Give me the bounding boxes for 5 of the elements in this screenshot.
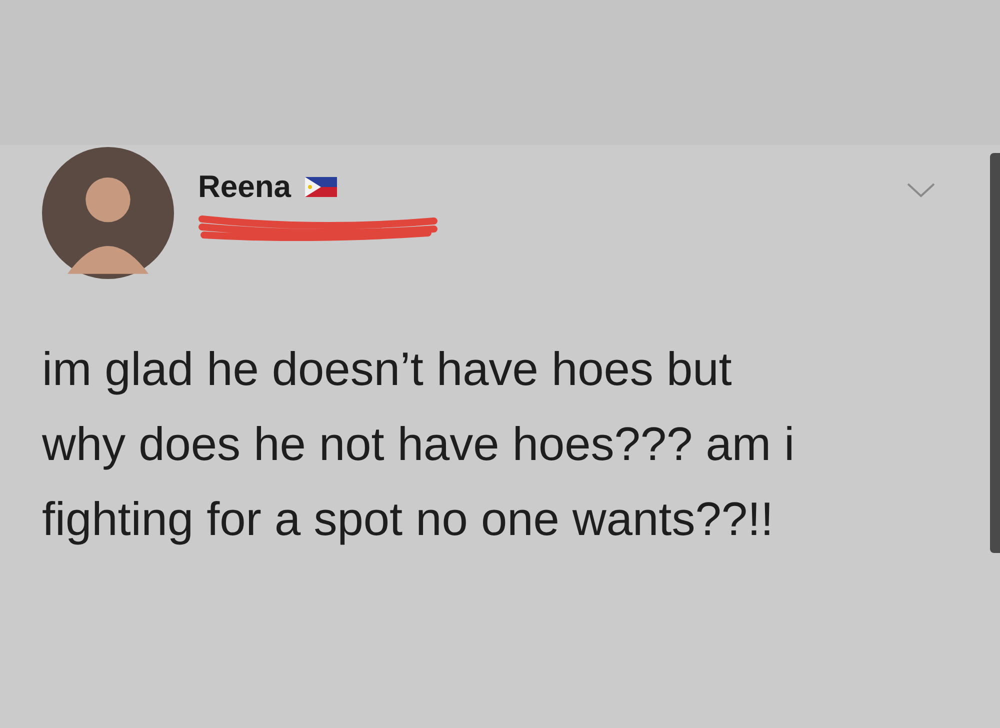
tweet-text: im glad he doesn’t have hoes but why does he not have hoes??? am i fighting for a spot no one wants??!! <box>42 341 796 547</box>
chevron-down-icon[interactable] <box>906 181 936 199</box>
avatar-icon <box>42 147 174 279</box>
user-name: Reena <box>198 169 292 205</box>
flag-icon <box>305 177 338 197</box>
